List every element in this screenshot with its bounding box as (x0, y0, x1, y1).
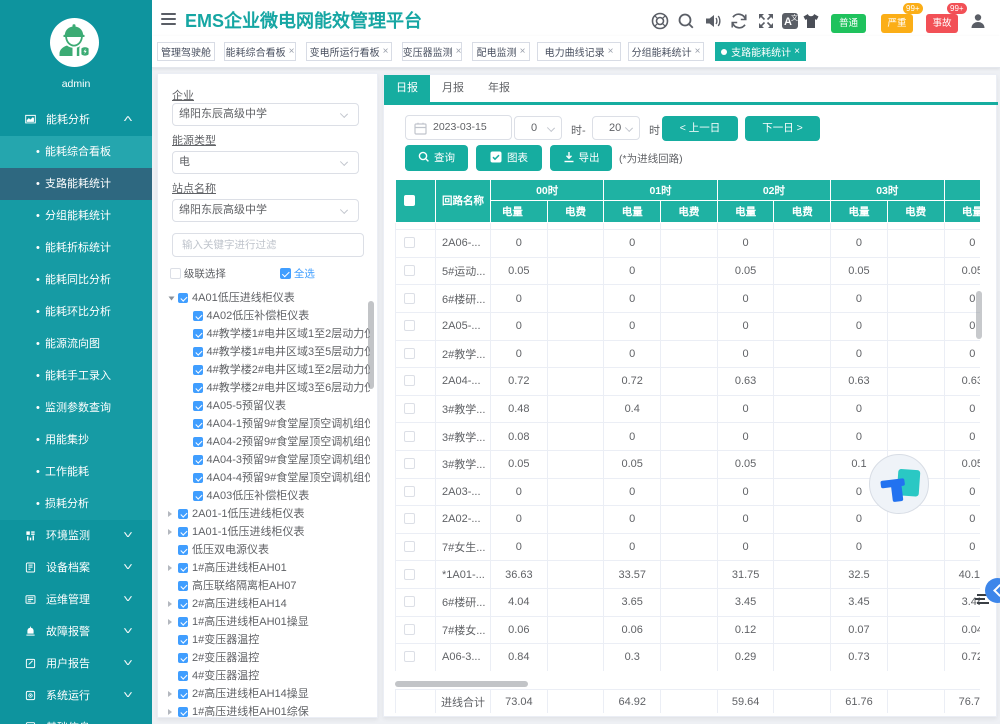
svg-text:文: 文 (791, 13, 798, 22)
